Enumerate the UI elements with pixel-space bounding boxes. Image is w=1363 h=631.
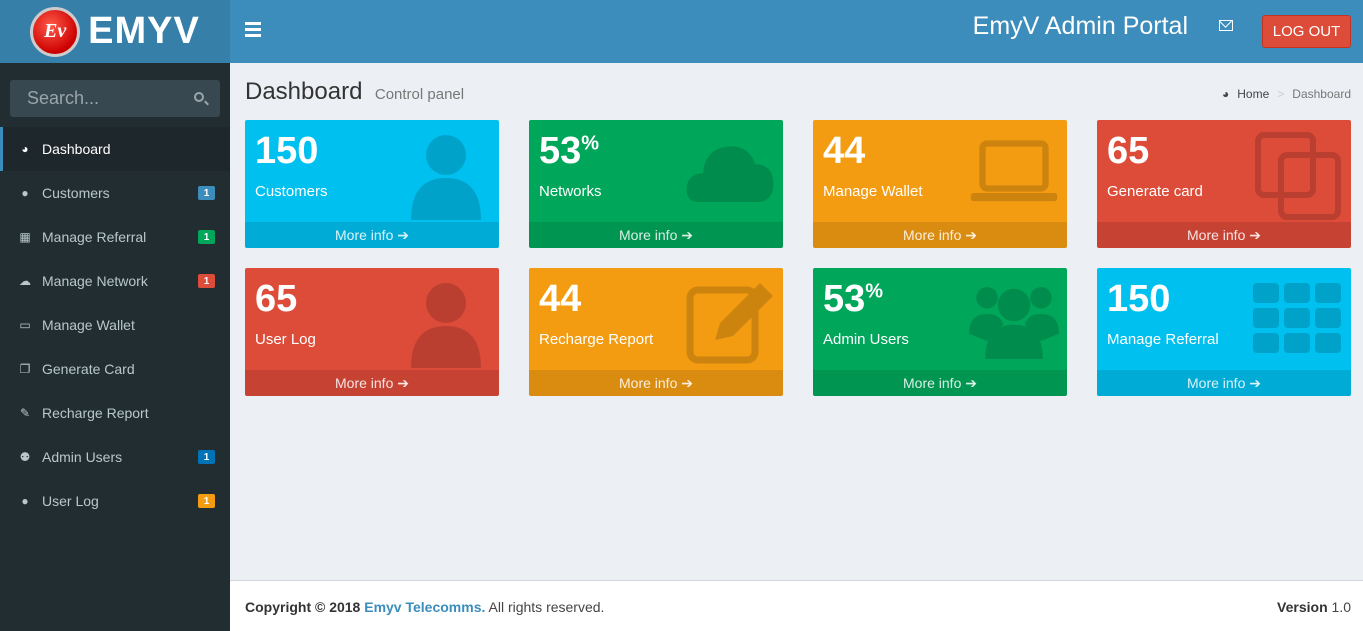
stat-label: Manage Referral <box>1107 331 1219 348</box>
logout-button[interactable]: LOG OUT <box>1262 15 1351 48</box>
stat-value: 44 <box>539 278 582 320</box>
sidebar-item-label: Dashboard <box>42 141 111 157</box>
laptop-icon: ▭ <box>19 318 31 332</box>
page-subtitle: Control panel <box>374 86 465 103</box>
sidebar-item-admin-users[interactable]: ⚉ Admin Users 1 <box>0 435 230 479</box>
edit-icon <box>685 278 775 368</box>
logo-text: EMYV <box>88 10 200 52</box>
sidebar-item-user-log[interactable]: ● User Log 1 <box>0 479 230 523</box>
search-icon[interactable] <box>194 92 204 102</box>
grid-icon: ▦ <box>19 230 31 244</box>
menu-toggle-icon[interactable] <box>245 22 261 40</box>
stat-box-customers: 150 Customers More info ➔ <box>245 120 499 248</box>
company-link[interactable]: Emyv Telecomms. <box>364 599 485 615</box>
logo[interactable]: Ev EMYV <box>0 0 230 63</box>
more-info-link[interactable]: More info ➔ <box>245 370 499 396</box>
more-info-link[interactable]: More info ➔ <box>529 222 783 248</box>
stat-label: User Log <box>255 331 316 348</box>
sidebar-item-label: Recharge Report <box>42 405 149 421</box>
count-badge: 1 <box>198 274 215 288</box>
stat-value: 44 <box>823 130 866 172</box>
sidebar-item-label: Manage Referral <box>42 229 147 245</box>
sidebar-item-recharge-report[interactable]: ✎ Recharge Report <box>0 391 230 435</box>
stat-value: 53% <box>823 278 884 320</box>
footer: Copyright © 2018 Emyv Telecomms. All rig… <box>230 580 1363 631</box>
more-info-link[interactable]: More info ➔ <box>245 222 499 248</box>
logo-badge: Ev <box>30 6 81 57</box>
stat-value: 53% <box>539 130 600 172</box>
portal-title: EmyV Admin Portal <box>972 12 1188 40</box>
grid-icon <box>1253 278 1343 368</box>
user-icon: ● <box>21 494 29 508</box>
cloud-icon <box>685 130 775 220</box>
stat-box-networks: 53% Networks More info ➔ <box>529 120 783 248</box>
sidebar-item-label: Customers <box>42 185 110 201</box>
page-header: Dashboard Control panel <box>245 78 464 106</box>
edit-icon: ✎ <box>19 406 31 420</box>
stat-value: 65 <box>255 278 298 320</box>
envelope-icon[interactable] <box>1219 20 1233 31</box>
more-info-link[interactable]: More info ➔ <box>813 370 1067 396</box>
stat-label: Networks <box>539 183 602 200</box>
laptop-icon <box>969 130 1059 220</box>
breadcrumb-current: Dashboard <box>1292 87 1351 101</box>
sidebar-item-label: Manage Network <box>42 273 148 289</box>
dashboard-icon: ◕ <box>1222 87 1230 101</box>
user-icon <box>401 278 491 368</box>
copy-icon <box>1253 130 1343 220</box>
stat-value: 150 <box>1107 278 1171 320</box>
sidebar-item-manage-network[interactable]: ☁ Manage Network 1 <box>0 259 230 303</box>
page-title: Dashboard <box>245 78 363 105</box>
sidebar-item-generate-card[interactable]: ❐ Generate Card <box>0 347 230 391</box>
stat-box-admin-users: 53% Admin Users More info ➔ <box>813 268 1067 396</box>
top-navbar: EmyV Admin Portal LOG OUT <box>230 0 1363 63</box>
sidebar-item-manage-referral[interactable]: ▦ Manage Referral 1 <box>0 215 230 259</box>
stat-box-manage-wallet: 44 Manage Wallet More info ➔ <box>813 120 1067 248</box>
breadcrumb-home[interactable]: Home <box>1237 87 1269 101</box>
version: Version 1.0 <box>1277 599 1351 615</box>
sidebar-menu: ◕ Dashboard ● Customers 1 ▦ Manage Referral 1 ☁ M… <box>0 127 230 523</box>
count-badge: 1 <box>198 450 215 464</box>
search-input[interactable]: Search... <box>10 80 220 117</box>
sidebar-item-manage-wallet[interactable]: ▭ Manage Wallet <box>0 303 230 347</box>
sidebar-item-label: User Log <box>42 493 99 509</box>
stat-box-generate-card: 65 Generate card More info ➔ <box>1097 120 1351 248</box>
user-icon: ● <box>21 186 29 200</box>
breadcrumb: ◕ Home > Dashboard <box>1222 87 1351 101</box>
sidebar-item-dashboard[interactable]: ◕ Dashboard <box>0 127 230 171</box>
stat-label: Generate card <box>1107 183 1203 200</box>
stat-label: Manage Wallet <box>823 183 923 200</box>
stat-value: 150 <box>255 130 319 172</box>
stat-box-manage-referral: 150 Manage Referral More info ➔ <box>1097 268 1351 396</box>
more-info-link[interactable]: More info ➔ <box>1097 370 1351 396</box>
sidebar: Search... ◕ Dashboard ● Customers 1 ▦ Manage R… <box>0 63 230 631</box>
sidebar-item-label: Admin Users <box>42 449 123 465</box>
stat-label: Customers <box>255 183 328 200</box>
more-info-link[interactable]: More info ➔ <box>813 222 1067 248</box>
count-badge: 1 <box>198 186 215 200</box>
more-info-link[interactable]: More info ➔ <box>1097 222 1351 248</box>
sidebar-item-label: Manage Wallet <box>42 317 135 333</box>
users-icon: ⚉ <box>19 450 31 464</box>
stat-box-user-log: 65 User Log More info ➔ <box>245 268 499 396</box>
rights-text: All rights reserved. <box>488 599 605 615</box>
search-placeholder: Search... <box>27 88 100 108</box>
users-icon <box>969 278 1059 368</box>
user-icon <box>401 130 491 220</box>
breadcrumb-separator: > <box>1277 87 1285 101</box>
stat-label: Recharge Report <box>539 331 654 348</box>
cloud-icon: ☁ <box>19 274 31 288</box>
count-badge: 1 <box>198 494 215 508</box>
sidebar-item-label: Generate Card <box>42 361 135 377</box>
copy-icon: ❐ <box>19 362 31 376</box>
copyright: Copyright © 2018 <box>245 599 361 615</box>
dashboard-icon: ◕ <box>21 142 29 156</box>
stat-value: 65 <box>1107 130 1150 172</box>
sidebar-item-customers[interactable]: ● Customers 1 <box>0 171 230 215</box>
count-badge: 1 <box>198 230 215 244</box>
stat-label: Admin Users <box>823 331 909 348</box>
more-info-link[interactable]: More info ➔ <box>529 370 783 396</box>
stat-box-recharge-report: 44 Recharge Report More info ➔ <box>529 268 783 396</box>
